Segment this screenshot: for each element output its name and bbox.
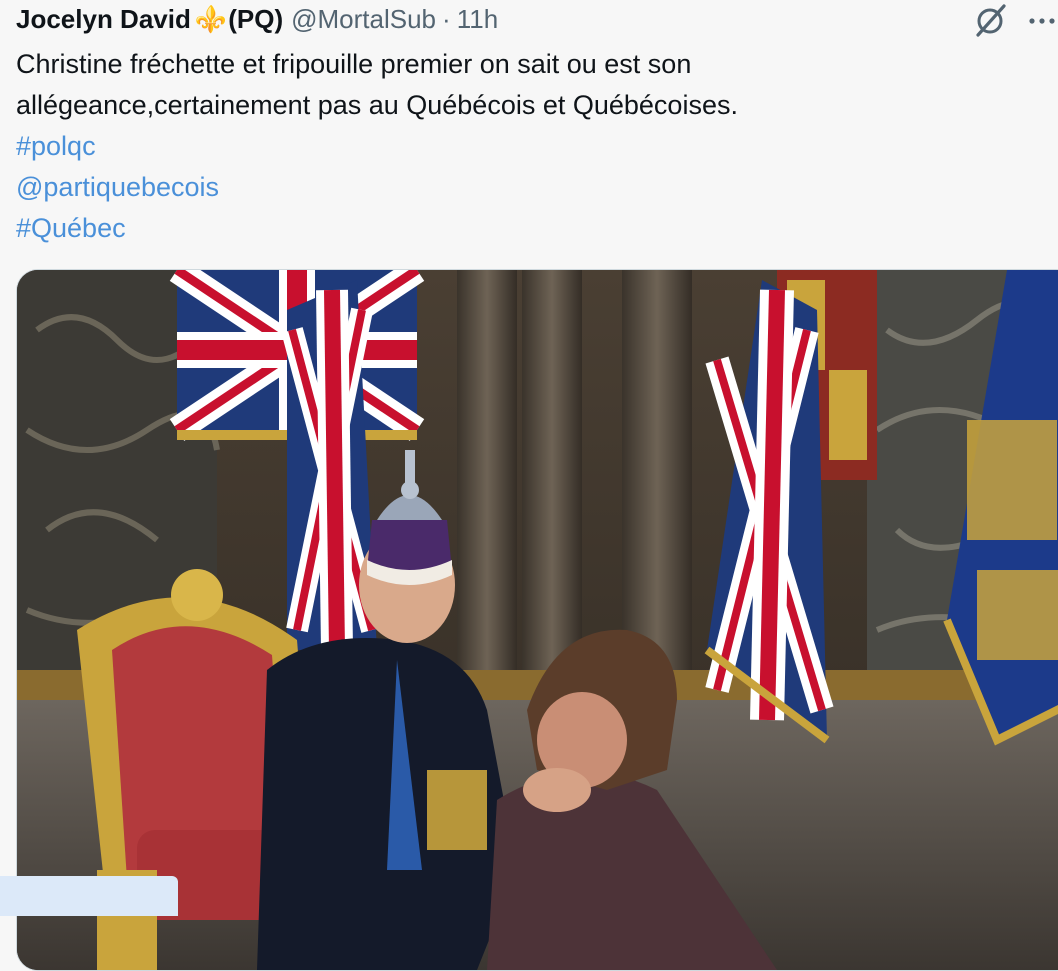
ceremony-illustration: [17, 270, 1058, 970]
author-name[interactable]: Jocelyn David: [16, 2, 191, 36]
hashtag-quebec[interactable]: #Québec: [16, 208, 1038, 249]
hashtag-polqc[interactable]: #polqc: [16, 126, 1038, 167]
author-handle[interactable]: @MortalSub: [291, 2, 436, 36]
grok-icon[interactable]: [970, 2, 1010, 38]
more-options-icon[interactable]: [1026, 6, 1058, 36]
tweet-line-1: Christine fréchette et fripouille premie…: [16, 49, 692, 79]
tweet-image[interactable]: [16, 269, 1058, 971]
tweet-header: Jocelyn David ⚜️ (PQ) @MortalSub · 11h: [16, 2, 978, 36]
separator-dot: ·: [442, 4, 451, 34]
tweet-text: Christine fréchette et fripouille premie…: [16, 44, 1038, 249]
tweet-timestamp[interactable]: 11h: [457, 2, 498, 36]
fleur-de-lis-icon: ⚜️: [194, 4, 228, 34]
mention-partiquebecois[interactable]: @partiquebecois: [16, 167, 1038, 208]
tweet-line-2: allégeance,certainement pas au Québécois…: [16, 90, 738, 120]
overlay-tab: [0, 876, 178, 916]
author-party[interactable]: (PQ): [228, 2, 283, 36]
